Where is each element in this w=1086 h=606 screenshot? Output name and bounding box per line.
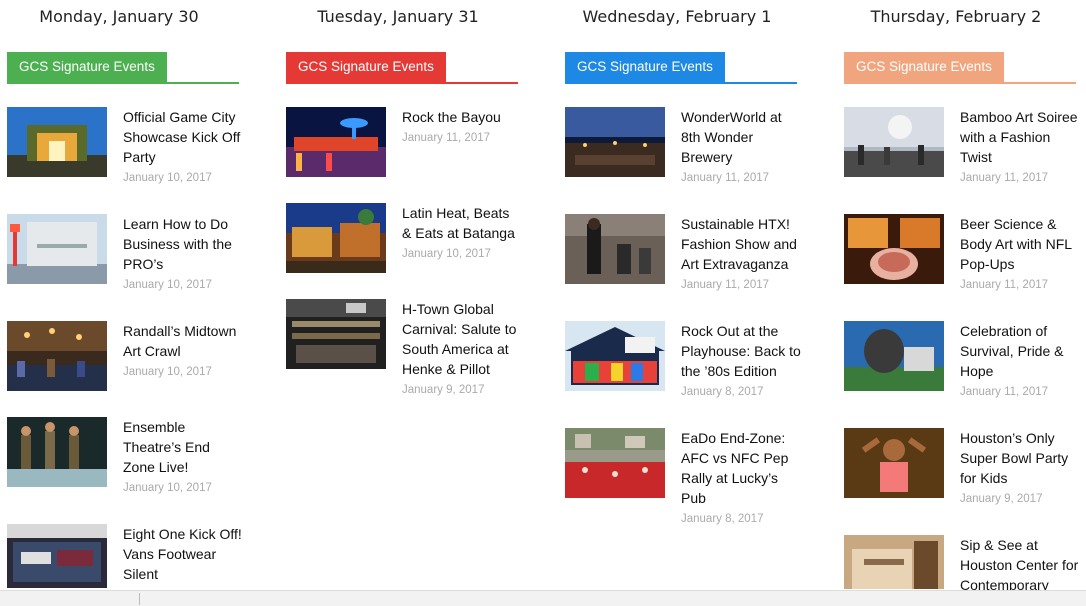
event-title-link[interactable]: WonderWorld at 8th Wonder Brewery	[681, 107, 801, 167]
category-label[interactable]: GCS Signature Events	[844, 52, 1004, 82]
event-title-link[interactable]: Eight One Kick Off! Vans Footwear Silent	[123, 524, 243, 584]
event-thumbnail[interactable]	[565, 107, 665, 177]
category-label[interactable]: GCS Signature Events	[286, 52, 446, 82]
event-thumbnail[interactable]	[286, 203, 386, 273]
event-date: January 11, 2017	[960, 386, 1049, 398]
event-thumbnail[interactable]	[7, 214, 107, 284]
event-date: January 8, 2017	[681, 513, 764, 525]
category-label[interactable]: GCS Signature Events	[7, 52, 167, 82]
event-thumbnail[interactable]	[7, 417, 107, 487]
event-title-link[interactable]: Official Game City Showcase Kick Off Par…	[123, 107, 243, 167]
event-thumbnail[interactable]	[844, 321, 944, 391]
day-column-wednesday: Wednesday, February 1 GCS Signature Even…	[565, 0, 801, 525]
event-date: January 11, 2017	[681, 172, 770, 184]
event-thumbnail[interactable]	[7, 524, 107, 588]
event-date: January 11, 2017	[960, 172, 1049, 184]
event-date: January 9, 2017	[960, 493, 1043, 505]
event-title-link[interactable]: Ensemble Theatre’s End Zone Live!	[123, 417, 243, 477]
category-bar: GCS Signature Events	[844, 52, 1076, 84]
day-heading: Tuesday, January 31	[317, 7, 479, 26]
event-title-link[interactable]: Houston’s Only Super Bowl Party for Kids	[960, 428, 1080, 488]
day-heading: Wednesday, February 1	[582, 7, 772, 26]
event-date: January 10, 2017	[123, 279, 212, 291]
category-label[interactable]: GCS Signature Events	[565, 52, 725, 82]
event-date: January 10, 2017	[123, 172, 212, 184]
event-date: January 11, 2017	[681, 279, 770, 291]
event-title-link[interactable]: Beer Science & Body Art with NFL Pop-Ups	[960, 214, 1080, 274]
event-date: January 10, 2017	[123, 482, 212, 494]
event-date: January 10, 2017	[402, 248, 491, 260]
event-title-link[interactable]: H-Town Global Carnival: Salute to South …	[402, 299, 522, 379]
category-bar: GCS Signature Events	[565, 52, 797, 84]
event-thumbnail[interactable]	[844, 214, 944, 284]
event-thumbnail[interactable]	[565, 321, 665, 391]
event-thumbnail[interactable]	[286, 299, 386, 369]
event-title-link[interactable]: EaDo End-Zone: AFC vs NFC Pep Rally at L…	[681, 428, 801, 508]
event-thumbnail[interactable]	[7, 107, 107, 177]
category-bar: GCS Signature Events	[7, 52, 239, 84]
day-column-tuesday: Tuesday, January 31 GCS Signature Events…	[286, 0, 518, 396]
scrollbar-divider	[139, 593, 140, 605]
event-title-link[interactable]: Randall’s Midtown Art Crawl	[123, 321, 243, 361]
event-title-link[interactable]: Bamboo Art Soiree with a Fashion Twist	[960, 107, 1080, 167]
event-title-link[interactable]: Celebration of Survival, Pride & Hope	[960, 321, 1080, 381]
event-thumbnail[interactable]	[844, 535, 944, 589]
event-thumbnail[interactable]	[286, 107, 386, 177]
day-heading: Thursday, February 2	[870, 7, 1042, 26]
events-calendar-grid: Monday, January 30 GCS Signature Events …	[0, 0, 1086, 593]
event-thumbnail[interactable]	[844, 107, 944, 177]
event-date: January 11, 2017	[402, 132, 491, 144]
horizontal-scrollbar[interactable]	[0, 590, 1086, 606]
event-date: January 11, 2017	[960, 279, 1049, 291]
event-title-link[interactable]: Latin Heat, Beats & Eats at Batanga	[402, 203, 522, 243]
day-column-thursday: Thursday, February 2 GCS Signature Event…	[844, 0, 1078, 593]
event-title-link[interactable]: Rock Out at the Playhouse: Back to the ’…	[681, 321, 801, 381]
event-thumbnail[interactable]	[565, 428, 665, 498]
event-title-link[interactable]: Sip & See at Houston Center for Contempo…	[960, 535, 1080, 595]
event-thumbnail[interactable]	[565, 214, 665, 284]
day-column-monday: Monday, January 30 GCS Signature Events …	[7, 0, 242, 588]
event-thumbnail[interactable]	[844, 428, 944, 498]
event-date: January 9, 2017	[402, 384, 485, 396]
category-bar: GCS Signature Events	[286, 52, 518, 84]
event-title-link[interactable]: Sustainable HTX! Fashion Show and Art Ex…	[681, 214, 801, 274]
event-title-link[interactable]: Learn How to Do Business with the PRO’s	[123, 214, 243, 274]
event-thumbnail[interactable]	[7, 321, 107, 391]
event-date: January 8, 2017	[681, 386, 764, 398]
event-date: January 10, 2017	[123, 366, 212, 378]
day-heading: Monday, January 30	[39, 7, 199, 26]
event-title-link[interactable]: Rock the Bayou	[402, 107, 522, 127]
